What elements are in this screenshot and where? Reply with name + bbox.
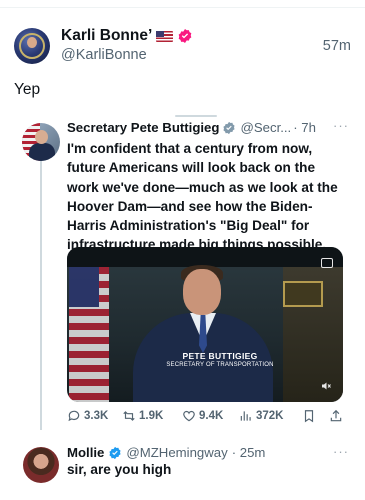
more-options-icon[interactable]: ··· <box>333 118 349 133</box>
repost-count: 1.9K <box>139 410 164 422</box>
verified-badge-icon <box>178 29 192 43</box>
reply-author-name[interactable]: Mollie <box>67 445 104 460</box>
share-button[interactable] <box>329 409 343 423</box>
quoted-author-name[interactable]: Secretary Pete Buttigieg <box>67 120 219 135</box>
thread-line <box>40 160 42 430</box>
views-bar-chart-icon <box>240 411 251 421</box>
repost-icon <box>123 411 135 421</box>
main-author-row: Karli Bonne’ <box>61 27 193 45</box>
views-button[interactable]: 372K <box>239 409 284 423</box>
reply-more-options-icon[interactable]: ··· <box>333 444 349 459</box>
views-count: 372K <box>256 410 284 422</box>
video-player[interactable]: PETE BUTTIGIEG SECRETARY OF TRANSPORTATI… <box>67 247 343 402</box>
reply-author-handle[interactable]: @MZHemingway <box>126 445 227 460</box>
captions-icon[interactable] <box>321 258 333 268</box>
mute-icon[interactable] <box>320 380 333 392</box>
main-author-name[interactable]: Karli Bonne’ <box>61 27 152 45</box>
video-flag-backdrop <box>69 267 109 402</box>
bookmark-icon <box>304 410 314 423</box>
reply-button[interactable]: 3.3K <box>67 409 108 423</box>
top-divider <box>0 0 365 8</box>
quoted-tweet-time[interactable]: · 7h <box>293 120 316 135</box>
heart-icon <box>183 410 195 422</box>
like-button[interactable]: 9.4K <box>182 409 223 423</box>
bookmark-button[interactable] <box>302 409 316 423</box>
reply-icon <box>68 410 80 422</box>
reply-tweet-time[interactable]: · 25m <box>232 445 266 460</box>
karli-avatar[interactable] <box>14 28 50 64</box>
verified-badge-icon <box>109 446 121 459</box>
buttigieg-avatar[interactable] <box>22 123 60 161</box>
main-tweet-time[interactable]: 57m <box>323 38 351 54</box>
reply-author-row: Mollie @MZHemingway · 25m <box>67 445 265 460</box>
video-lower-third: PETE BUTTIGIEG SECRETARY OF TRANSPORTATI… <box>165 351 275 368</box>
us-flag-icon <box>156 30 174 42</box>
reply-count: 3.3K <box>84 410 109 422</box>
quoted-author-handle[interactable]: @Secr... <box>240 120 291 135</box>
lower-third-title: SECRETARY OF TRANSPORTATION <box>166 362 274 368</box>
thread-connector-top <box>175 115 217 117</box>
main-author-handle[interactable]: @KarliBonne <box>61 47 147 63</box>
repost-button[interactable]: 1.9K <box>122 409 163 423</box>
mollie-avatar[interactable] <box>23 447 59 483</box>
government-badge-icon <box>223 121 235 134</box>
share-icon <box>330 409 342 422</box>
lower-third-name: PETE BUTTIGIEG <box>182 351 258 361</box>
action-bar: 3.3K 1.9K 9.4K 372K <box>67 409 347 427</box>
reply-tweet-text: sir, are you high <box>67 462 172 477</box>
like-count: 9.4K <box>199 410 224 422</box>
quoted-tweet-text: I'm confident that a century from now, f… <box>67 141 338 253</box>
main-tweet-text: Yep <box>14 81 41 98</box>
quoted-author-row: Secretary Pete Buttigieg @Secr... · 7h <box>67 120 347 135</box>
